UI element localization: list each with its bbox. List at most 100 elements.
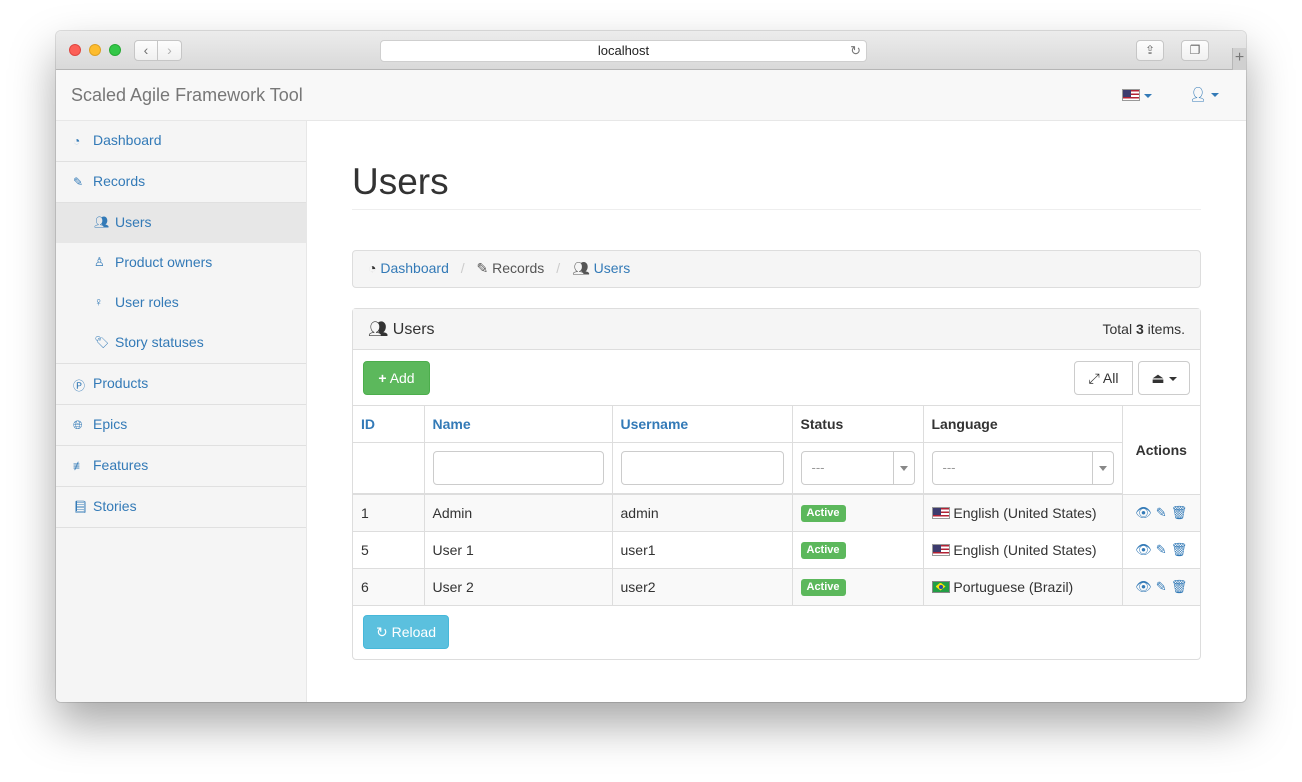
share-icon: ⇪: [1144, 43, 1156, 57]
trash-icon[interactable]: 🗑︎: [1171, 579, 1188, 594]
total-prefix: Total: [1102, 321, 1133, 337]
trash-icon[interactable]: 🗑︎: [1171, 505, 1188, 520]
name-filter-cell: [423, 442, 613, 495]
breadcrumb-dashboard-link[interactable]: Dashboard: [380, 260, 449, 276]
new-tab-button[interactable]: +: [1232, 48, 1246, 70]
sidebar-item-label: Story statuses: [115, 334, 204, 350]
edit-icon: ✎: [73, 175, 84, 189]
sidebar-item-stories[interactable]: 📘︎ Stories: [56, 487, 306, 528]
total-items-summary: Total 3 items.: [1103, 321, 1186, 337]
sidebar-item-user-roles[interactable]: ♀ User roles: [56, 283, 306, 323]
breadcrumb: ◔ Dashboard / ✎ Records / 👥︎ Users: [352, 250, 1201, 288]
sidebar-item-label: Features: [93, 457, 149, 473]
brand-title[interactable]: Scaled Agile Framework Tool: [71, 85, 303, 106]
user-icon: 👤︎: [1189, 86, 1207, 102]
cell-status: Active: [791, 567, 924, 606]
tabs-icon: ❐: [1189, 43, 1201, 57]
column-header-language: Language: [922, 405, 1123, 443]
reload-button[interactable]: ↻ Reload: [363, 615, 449, 649]
export-icon: ⏏︎: [1151, 370, 1165, 386]
cell-name: User 2: [423, 567, 613, 606]
cell-username: admin: [611, 493, 793, 532]
cell-language: English (United States): [922, 530, 1123, 569]
trash-icon[interactable]: 🗑︎: [1171, 542, 1188, 557]
cell-id: 1: [353, 493, 425, 532]
breadcrumb-separator: /: [556, 260, 561, 276]
caret-down-icon: [1210, 93, 1219, 98]
user-menu-dropdown[interactable]: 👤︎: [1189, 86, 1219, 102]
status-badge: Active: [800, 579, 846, 596]
column-header-actions: Actions: [1121, 405, 1200, 495]
sidebar-item-story-statuses[interactable]: 🏷︎ Story statuses: [56, 323, 306, 364]
dropdown-arrow-icon: [892, 452, 914, 484]
column-header-name[interactable]: Name: [423, 405, 613, 443]
sidebar: ◔ Dashboard ✎ Records 👥︎ Users ♙ Product…: [56, 121, 307, 702]
cell-status: Active: [791, 530, 924, 569]
view-icon[interactable]: 👁︎: [1135, 542, 1152, 557]
sidebar-item-records[interactable]: ✎ Records: [56, 162, 306, 203]
minimize-window-button[interactable]: [89, 44, 101, 56]
view-icon[interactable]: 👁︎: [1135, 579, 1152, 594]
close-window-button[interactable]: [69, 44, 81, 56]
name-filter-input[interactable]: [432, 451, 604, 485]
edit-pencil-icon[interactable]: ✎: [1156, 579, 1167, 594]
expand-icon: ⤢: [1088, 370, 1100, 386]
total-suffix: items.: [1147, 321, 1185, 337]
sidebar-item-products[interactable]: Ⓟ Products: [56, 364, 306, 405]
sidebar-item-label: Records: [93, 173, 146, 189]
share-button[interactable]: ⇪: [1136, 40, 1164, 61]
book-icon: 📘︎: [73, 500, 89, 514]
language-dropdown[interactable]: [1122, 87, 1152, 103]
view-icon[interactable]: 👁︎: [1135, 505, 1152, 520]
plus-icon: +: [1234, 49, 1245, 66]
users-icon: 👥︎: [571, 260, 590, 276]
reload-page-icon[interactable]: ↻: [850, 41, 861, 61]
product-owner-icon: ♙: [94, 255, 105, 269]
status-filter-select[interactable]: ---: [800, 451, 915, 485]
caret-down-icon: [1168, 377, 1177, 382]
cell-actions: 👁︎ ✎ 🗑︎: [1121, 567, 1200, 606]
table-row: 6 User 2 user2 Active Portuguese (Brazil…: [353, 567, 1200, 606]
plus-icon: +: [378, 370, 387, 386]
cell-username: user2: [611, 567, 793, 606]
panel-title: 👥︎ Users: [368, 319, 435, 339]
edit-pencil-icon[interactable]: ✎: [1156, 505, 1167, 520]
dropdown-arrow-icon: [1091, 452, 1113, 484]
language-filter-select[interactable]: ---: [931, 451, 1114, 485]
table-row: 5 User 1 user1 Active English (United St…: [353, 530, 1200, 569]
show-all-button[interactable]: ⤢ All: [1074, 361, 1133, 395]
table-header-row: ID Name Username Status Language Actions: [353, 405, 1200, 495]
back-button[interactable]: ‹: [134, 40, 158, 61]
sidebar-item-features[interactable]: ≢ Features: [56, 446, 306, 487]
sidebar-item-dashboard[interactable]: ◔ Dashboard: [56, 121, 306, 162]
sidebar-item-users[interactable]: 👥︎ Users: [56, 203, 306, 243]
app-navbar: Scaled Agile Framework Tool 👤︎: [56, 70, 1246, 121]
cell-language: Portuguese (Brazil): [922, 567, 1123, 606]
breadcrumb-users-link[interactable]: Users: [594, 260, 631, 276]
add-user-button[interactable]: + Add: [363, 361, 430, 395]
sliders-icon: ≢: [73, 459, 85, 473]
forward-button[interactable]: ›: [158, 40, 182, 61]
column-header-username[interactable]: Username: [611, 405, 793, 443]
user-role-icon: ♀: [94, 295, 103, 309]
language-text: English (United States): [953, 504, 1097, 521]
cell-actions: 👁︎ ✎ 🗑︎: [1121, 493, 1200, 532]
caret-down-icon: [1144, 94, 1152, 99]
browser-window: ‹ › localhost ↻ ⇪ ❐ + Scaled Agile Frame…: [56, 31, 1246, 702]
sidebar-item-epics[interactable]: 🌐︎ Epics: [56, 405, 306, 446]
cell-username: user1: [611, 530, 793, 569]
zoom-window-button[interactable]: [109, 44, 121, 56]
edit-pencil-icon[interactable]: ✎: [1156, 542, 1167, 557]
column-header-id[interactable]: ID: [353, 405, 425, 443]
table-row: 1 Admin admin Active English (United Sta…: [353, 493, 1200, 532]
show-tabs-button[interactable]: ❐: [1181, 40, 1209, 61]
page-title: Users: [352, 161, 449, 202]
browser-titlebar: ‹ › localhost ↻ ⇪ ❐ +: [56, 31, 1246, 70]
username-filter-input[interactable]: [620, 451, 784, 485]
export-dropdown-button[interactable]: ⏏︎: [1138, 361, 1190, 395]
sidebar-item-product-owners[interactable]: ♙ Product owners: [56, 243, 306, 283]
language-text: Portuguese (Brazil): [953, 578, 1074, 595]
address-bar[interactable]: localhost ↻: [380, 40, 867, 62]
all-label: All: [1102, 370, 1119, 386]
us-flag-icon: [931, 543, 950, 556]
